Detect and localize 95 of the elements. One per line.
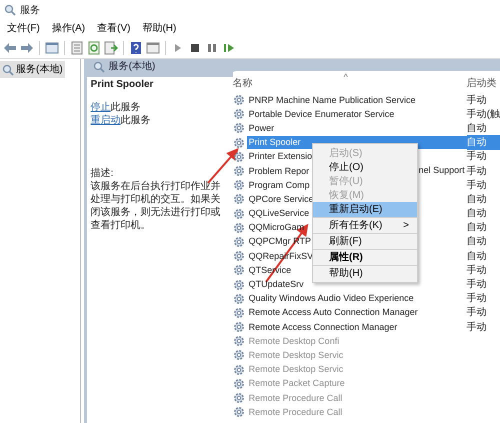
gear-icon xyxy=(232,349,245,362)
service-name[interactable]: QTUpdateSrv xyxy=(246,278,306,292)
gear-icon xyxy=(232,193,245,206)
menu-item[interactable]: 帮助(H) xyxy=(313,266,417,280)
gear-icon xyxy=(232,165,245,178)
service-name[interactable]: Quality Windows Audio Video Experience xyxy=(246,292,416,306)
service-name[interactable]: Power xyxy=(246,122,276,135)
service-name[interactable]: Printer Extensio xyxy=(246,150,314,164)
startup-type: 手动 xyxy=(466,292,488,306)
menu-item[interactable]: 文件(F) xyxy=(2,22,45,36)
gear-icon xyxy=(232,94,245,106)
forward-arrow-icon xyxy=(20,40,34,54)
list-icon xyxy=(70,40,84,54)
back-arrow-button[interactable] xyxy=(3,40,17,54)
menu-item[interactable]: 刷新(F) xyxy=(313,234,417,250)
action-text: 此服务 xyxy=(110,102,141,113)
list-button[interactable] xyxy=(70,40,84,54)
gear-icon xyxy=(232,236,245,248)
service-name[interactable]: QPCore Service xyxy=(246,192,316,206)
gear-icon xyxy=(232,250,245,262)
window-button[interactable] xyxy=(146,40,160,54)
startup-type: 手动 xyxy=(466,150,488,164)
startup-type: 自动 xyxy=(466,207,488,222)
startup-type: 手动 xyxy=(466,306,488,320)
startup-type: 自动 xyxy=(466,250,488,264)
service-name[interactable]: QQLiveService xyxy=(246,207,312,220)
gear-icon xyxy=(232,122,245,134)
description-text: 该服务在后台执行打印作业并处理与打印机的交互。如果关闭该服务，则无法进行打印或查看打印机。 xyxy=(90,180,222,232)
magnifier-icon xyxy=(92,60,105,72)
magnifier-icon xyxy=(2,64,14,76)
refresh-button[interactable] xyxy=(87,40,101,54)
gear-icon xyxy=(232,222,245,234)
action-link[interactable]: 停止 xyxy=(90,102,111,113)
back-arrow-icon xyxy=(3,40,17,54)
service-name[interactable]: nel Support xyxy=(418,164,467,178)
magnifier-icon xyxy=(4,4,16,16)
startup-type: 自动 xyxy=(466,192,488,207)
gear-icon xyxy=(232,108,245,120)
gear-icon xyxy=(232,364,245,376)
service-name[interactable]: QQMicroGam xyxy=(246,221,306,234)
refresh-icon xyxy=(87,40,101,54)
gear-icon xyxy=(232,306,245,319)
export-button[interactable] xyxy=(104,40,118,54)
window-icon xyxy=(146,40,160,54)
window-button[interactable] xyxy=(45,40,59,54)
action-text: 此服务 xyxy=(120,115,151,126)
gear-icon xyxy=(232,264,245,276)
startup-type: 自动 xyxy=(466,235,488,250)
submenu-arrow-icon: > xyxy=(403,218,409,232)
service-title: Print Spooler xyxy=(90,78,154,91)
gear-icon xyxy=(232,378,245,390)
startup-type: 自动 xyxy=(466,122,488,136)
menu-item[interactable]: 所有任务(K) > xyxy=(313,218,417,234)
service-name[interactable]: Problem Repor xyxy=(246,164,312,178)
menu-item[interactable]: 属性(R) xyxy=(313,250,417,266)
startup-type: 手动 xyxy=(466,320,488,335)
startup-type: 手动 xyxy=(466,164,488,179)
startup-type: 自动 xyxy=(466,221,488,236)
panel-title: 服务(本地) xyxy=(108,60,156,74)
gear-icon xyxy=(232,321,245,334)
gear-icon xyxy=(232,335,245,348)
description-label: 描述: xyxy=(90,167,114,180)
service-name[interactable]: Remote Access Auto Connection Manager xyxy=(246,306,420,320)
action-link[interactable]: 重启动 xyxy=(90,115,121,126)
service-name[interactable]: Remote Access Connection Manager xyxy=(246,320,400,334)
gear-icon xyxy=(232,179,245,192)
export-icon xyxy=(104,40,118,54)
startup-type: 自动 xyxy=(466,135,500,150)
gear-icon xyxy=(232,278,245,291)
column-header[interactable]: 启动类 xyxy=(466,76,497,91)
gear-icon xyxy=(232,208,245,220)
menu-item[interactable]: 停止(O) xyxy=(313,160,417,174)
service-name[interactable]: Portable Device Enumerator Service xyxy=(246,108,396,121)
window-title: 服务 xyxy=(20,4,40,18)
startup-type: 手动(触 xyxy=(466,108,500,122)
forward-arrow-button[interactable] xyxy=(20,40,34,54)
gear-icon xyxy=(232,136,245,149)
gear-icon xyxy=(232,150,245,163)
help-button[interactable] xyxy=(129,40,143,54)
menu-item[interactable]: 帮助(H) xyxy=(137,22,182,36)
gear-icon xyxy=(232,406,245,418)
window-icon xyxy=(45,40,59,54)
service-name[interactable]: Program Comp xyxy=(246,178,312,192)
startup-type: 手动 xyxy=(466,278,488,292)
menu-item[interactable]: 查看(V) xyxy=(92,22,136,36)
menu-item[interactable]: 操作(A) xyxy=(46,22,90,36)
service-name[interactable]: PNRP Machine Name Publication Service xyxy=(246,94,418,107)
menu-item[interactable]: 重新启动(E) xyxy=(313,202,417,218)
startup-type: 手动 xyxy=(466,94,488,108)
tree-item[interactable]: 服务(本地) xyxy=(0,61,65,78)
startup-type: 手动 xyxy=(466,264,488,278)
startup-type: 手动 xyxy=(466,178,488,193)
gear-icon xyxy=(232,392,245,404)
gear-icon xyxy=(232,292,245,305)
help-icon xyxy=(129,40,143,54)
